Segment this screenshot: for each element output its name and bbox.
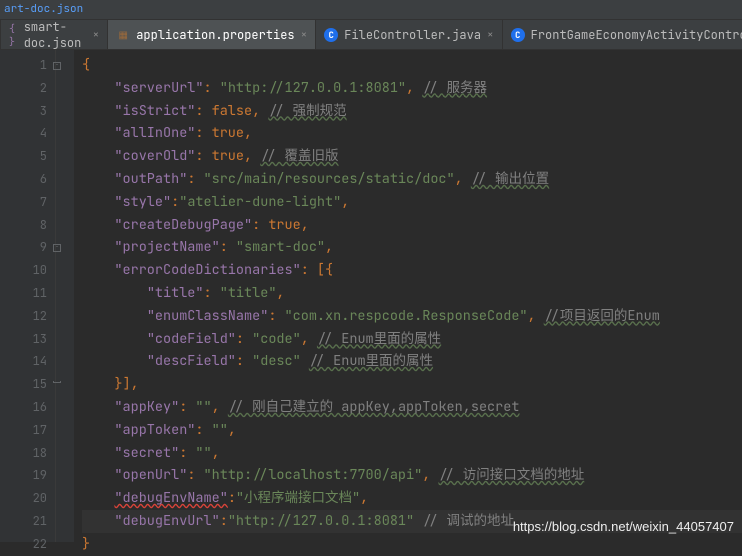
line-number: 15 <box>0 373 47 396</box>
line-number: 22 <box>0 533 47 556</box>
line-number: 12 <box>0 305 47 328</box>
code-line: "openUrl": "http://localhost:7700/api", … <box>82 464 742 487</box>
code-editor[interactable]: { "serverUrl": "http://127.0.0.1:8081", … <box>74 50 742 542</box>
code-line: "codeField": "code", // Enum里面的属性 <box>82 328 742 351</box>
line-number: 1− <box>0 54 47 77</box>
line-number: 10 <box>0 259 47 282</box>
line-number: 9− <box>0 236 47 259</box>
line-number: 3 <box>0 100 47 123</box>
code-line: "debugEnvUrl":"http://127.0.0.1:8081" //… <box>82 510 742 533</box>
tab-label: FileController.java <box>344 27 481 43</box>
code-line: "createDebugPage": true, <box>82 214 742 237</box>
line-number: 5 <box>0 145 47 168</box>
java-class-icon: C <box>511 28 525 42</box>
code-line: "descField": "desc" // Enum里面的属性 <box>82 350 742 373</box>
editor-area: 1−23456789−1011121314151617181920!2122 {… <box>0 50 742 542</box>
line-number: 11 <box>0 282 47 305</box>
line-number: 17 <box>0 419 47 442</box>
properties-icon: ▦ <box>116 28 130 42</box>
line-number: 21 <box>0 510 47 533</box>
code-line: "isStrict": false, // 强制规范 <box>82 100 742 123</box>
code-line: { <box>82 54 742 77</box>
close-icon[interactable]: × <box>487 28 494 42</box>
code-line: "title": "title", <box>82 282 742 305</box>
code-line: }], <box>82 373 742 396</box>
tab-smart-doc-json[interactable]: { } smart-doc.json × <box>1 20 108 49</box>
code-line: "debugEnvName":"小程序端接口文档", <box>82 487 742 510</box>
code-line: "coverOld": true, // 覆盖旧版 <box>82 145 742 168</box>
fold-icon[interactable]: − <box>53 244 61 252</box>
tab-label: application.properties <box>136 27 294 43</box>
tab-label: FrontGameEconomyActivityController.jav <box>531 27 742 43</box>
line-number: 6 <box>0 168 47 191</box>
line-number: 2 <box>0 77 47 100</box>
line-number: 16 <box>0 396 47 419</box>
line-number: 19 <box>0 464 47 487</box>
close-icon[interactable]: × <box>301 28 308 42</box>
top-filename: art-doc.json <box>4 2 83 16</box>
code-line: "projectName": "smart-doc", <box>82 236 742 259</box>
line-number: 14 <box>0 350 47 373</box>
line-number: 13 <box>0 328 47 351</box>
editor-tabs: { } smart-doc.json × ▦ application.prope… <box>0 20 742 50</box>
code-line: "enumClassName": "com.xn.respcode.Respon… <box>82 305 742 328</box>
top-filename-bar: art-doc.json <box>0 0 742 20</box>
json-icon: { } <box>9 28 18 42</box>
code-line: "appToken": "", <box>82 419 742 442</box>
java-class-icon: C <box>324 28 338 42</box>
code-line: "allInOne": true, <box>82 122 742 145</box>
line-number: 8 <box>0 214 47 237</box>
code-line: "outPath": "src/main/resources/static/do… <box>82 168 742 191</box>
code-line: } <box>82 533 742 556</box>
fold-column <box>56 50 74 542</box>
code-line: "appKey": "", // 刚自己建立的 appKey,appToken,… <box>82 396 742 419</box>
code-line: "errorCodeDictionaries": [{ <box>82 259 742 282</box>
tab-label: smart-doc.json <box>24 19 87 51</box>
line-number: 20! <box>0 487 47 510</box>
code-line: "style":"atelier-dune-light", <box>82 191 742 214</box>
line-number-gutter: 1−23456789−1011121314151617181920!2122 <box>0 50 56 542</box>
line-number: 18 <box>0 442 47 465</box>
fold-icon[interactable]: − <box>53 62 61 70</box>
code-line: "serverUrl": "http://127.0.0.1:8081", //… <box>82 77 742 100</box>
close-icon[interactable]: × <box>93 28 100 42</box>
tab-front-game-controller[interactable]: C FrontGameEconomyActivityController.jav <box>503 20 742 49</box>
line-number: 4 <box>0 122 47 145</box>
fold-icon[interactable] <box>53 381 61 383</box>
tab-file-controller[interactable]: C FileController.java × <box>316 20 502 49</box>
code-line: "secret": "", <box>82 442 742 465</box>
tab-application-properties[interactable]: ▦ application.properties × <box>108 20 316 49</box>
line-number: 7 <box>0 191 47 214</box>
